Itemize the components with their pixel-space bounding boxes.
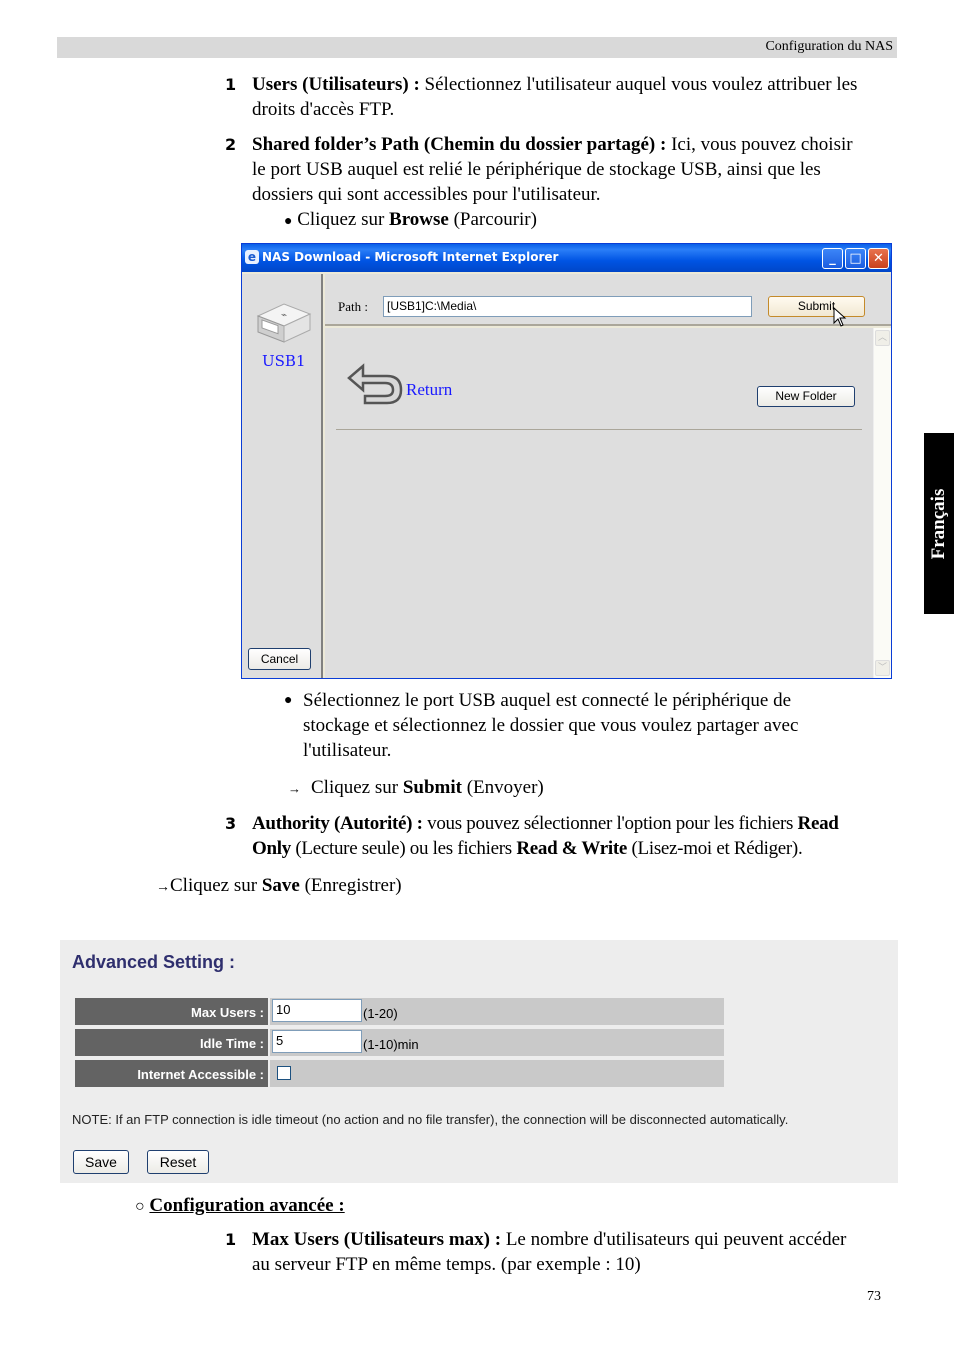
item-text: vous pouvez sélectionner l'option pour l… (422, 813, 798, 834)
item-term: Only (252, 838, 291, 859)
bullet-text: Sélectionnez le port USB auquel est conn… (303, 690, 792, 711)
item-term: Read & Write (516, 838, 628, 859)
device-pane: ⌁ USB1 Cancel (242, 274, 323, 678)
item-term: Authority (Autorité) : (252, 813, 423, 834)
bullet-browse: ● Cliquez sur Browse (Parcourir) (284, 207, 537, 234)
item-authority-paragraph: Authority (Autorité) : vous pouvez sélec… (252, 811, 902, 861)
return-arrow-icon[interactable] (343, 358, 405, 408)
close-icon[interactable]: ✕ (868, 248, 889, 269)
mouse-cursor-icon (833, 307, 847, 327)
svg-text:⌁: ⌁ (281, 310, 287, 321)
idle-timeout-note: NOTE: If an FTP connection is idle timeo… (72, 1112, 789, 1127)
item-shared-path-paragraph: Shared folder’s Path (Chemin du dossier … (252, 132, 902, 207)
internet-accessible-cell (270, 1060, 724, 1087)
bullet-select-port: ● Sélectionnez le port USB auquel est co… (284, 688, 798, 763)
bullet-text: l'utilisateur. (303, 740, 392, 761)
new-folder-button[interactable]: New Folder (757, 386, 855, 407)
bullet-text: (Parcourir) (448, 209, 537, 230)
step-term: Submit (402, 777, 462, 798)
step-save: →Cliquez sur Save (Enregistrer) (156, 873, 402, 900)
idle-time-row: Idle Time : 5 (1-10)min (75, 1029, 724, 1056)
internet-accessible-row: Internet Accessible : (75, 1060, 724, 1087)
item-text: Ici, vous pouvez choisir (666, 134, 853, 155)
item-term: Shared folder’s Path (Chemin du dossier … (252, 134, 667, 155)
item-term: Users (Utilisateurs) : (252, 74, 420, 95)
item-text: au serveur FTP en même temps. (par exemp… (252, 1254, 641, 1275)
item-term: Read (797, 813, 839, 834)
item-text: (Lisez-moi et Rédiger). (627, 838, 803, 859)
config-avancee-heading: ○ Configuration avancée : (135, 1193, 345, 1219)
folder-browser-pane: Return New Folder (325, 328, 873, 678)
step-term: Save (261, 875, 300, 896)
maximize-icon[interactable]: □ (845, 248, 866, 269)
cancel-button[interactable]: Cancel (248, 648, 311, 670)
ie-browser-window: e NAS Download - Microsoft Internet Expl… (241, 243, 892, 679)
minimize-icon[interactable]: _ (822, 248, 843, 269)
item-number: 1 (225, 1230, 237, 1249)
bullet-icon: ● (284, 693, 293, 708)
bullet-text: stockage et sélectionnez le dossier que … (303, 715, 799, 736)
section-title: Configuration du NAS (765, 39, 893, 54)
window-title: NAS Download - Microsoft Internet Explor… (262, 250, 559, 264)
language-label: Français (928, 488, 949, 559)
scroll-up-icon[interactable]: ︿ (875, 330, 890, 346)
item-number: 2 (225, 135, 237, 154)
item-number: 1 (225, 75, 237, 94)
step-text: Cliquez sur (170, 875, 262, 896)
submit-button[interactable]: Submit (768, 296, 865, 317)
language-tab: Français (924, 433, 954, 614)
item-max-users-paragraph: Max Users (Utilisateurs max) : Le nombre… (252, 1227, 902, 1277)
divider (336, 429, 862, 430)
item-text: dossiers qui sont accessibles pour l'uti… (252, 184, 601, 205)
max-users-range: (1-20) (363, 1006, 398, 1021)
idle-time-input[interactable]: 5 (272, 1030, 362, 1053)
internet-accessible-label: Internet Accessible : (75, 1060, 268, 1087)
item-text: (Lecture seule) ou les fichiers (290, 838, 517, 859)
arrow-right-icon: → (156, 880, 170, 895)
ie-logo-icon: e (245, 250, 259, 264)
return-link[interactable]: Return (406, 380, 452, 400)
page-number: 73 (867, 1289, 881, 1304)
path-bar: Path : [USB1]C:\Media\ Submit (325, 274, 891, 327)
item-term: Max Users (Utilisateurs max) : (252, 1229, 502, 1250)
internet-accessible-checkbox[interactable] (277, 1066, 291, 1080)
section-heading: Configuration avancée : (149, 1195, 345, 1216)
usb-drive-icon[interactable]: ⌁ (254, 296, 312, 344)
step-submit: → Cliquez sur Submit (Envoyer) (288, 775, 544, 801)
running-header: Configuration du NAS (57, 37, 897, 58)
bullet-icon: ● (284, 214, 293, 229)
advanced-setting-title: Advanced Setting : (72, 952, 236, 972)
usb1-link[interactable]: USB1 (262, 352, 305, 370)
scroll-down-icon[interactable]: ﹀ (875, 660, 890, 676)
reset-button[interactable]: Reset (147, 1150, 209, 1174)
item-number: 3 (225, 814, 237, 833)
max-users-cell: 10 (1-20) (270, 998, 724, 1025)
max-users-input[interactable]: 10 (272, 999, 362, 1022)
path-input[interactable]: [USB1]C:\Media\ (383, 296, 752, 317)
arrow-right-icon: → (288, 781, 301, 796)
path-label: Path : (338, 299, 368, 314)
step-text: (Enregistrer) (299, 875, 402, 896)
item-text: le port USB auquel est relié le périphér… (252, 159, 821, 180)
idle-time-cell: 5 (1-10)min (270, 1029, 724, 1056)
item-users-paragraph: Users (Utilisateurs) : Sélectionnez l'ut… (252, 72, 902, 122)
item-text: droits d'accès FTP. (252, 99, 395, 120)
item-text: Sélectionnez l'utilisateur auquel vous v… (419, 74, 858, 95)
advanced-setting-panel: Advanced Setting : Max Users : 10 (1-20)… (60, 940, 898, 1183)
idle-time-range: (1-10)min (363, 1037, 419, 1052)
save-button[interactable]: Save (73, 1150, 129, 1174)
bullet-text: Cliquez sur (297, 209, 390, 230)
circle-bullet-icon: ○ (135, 1198, 145, 1215)
bullet-term: Browse (389, 209, 449, 230)
max-users-row: Max Users : 10 (1-20) (75, 998, 724, 1025)
item-text: Le nombre d'utilisateurs qui peuvent acc… (501, 1229, 847, 1250)
vertical-scrollbar[interactable]: ︿ ﹀ (873, 328, 891, 678)
step-text: Cliquez sur (311, 777, 403, 798)
idle-time-label: Idle Time : (75, 1029, 268, 1056)
window-titlebar: e NAS Download - Microsoft Internet Expl… (242, 244, 891, 272)
step-text: (Envoyer) (461, 777, 544, 798)
max-users-label: Max Users : (75, 998, 268, 1025)
